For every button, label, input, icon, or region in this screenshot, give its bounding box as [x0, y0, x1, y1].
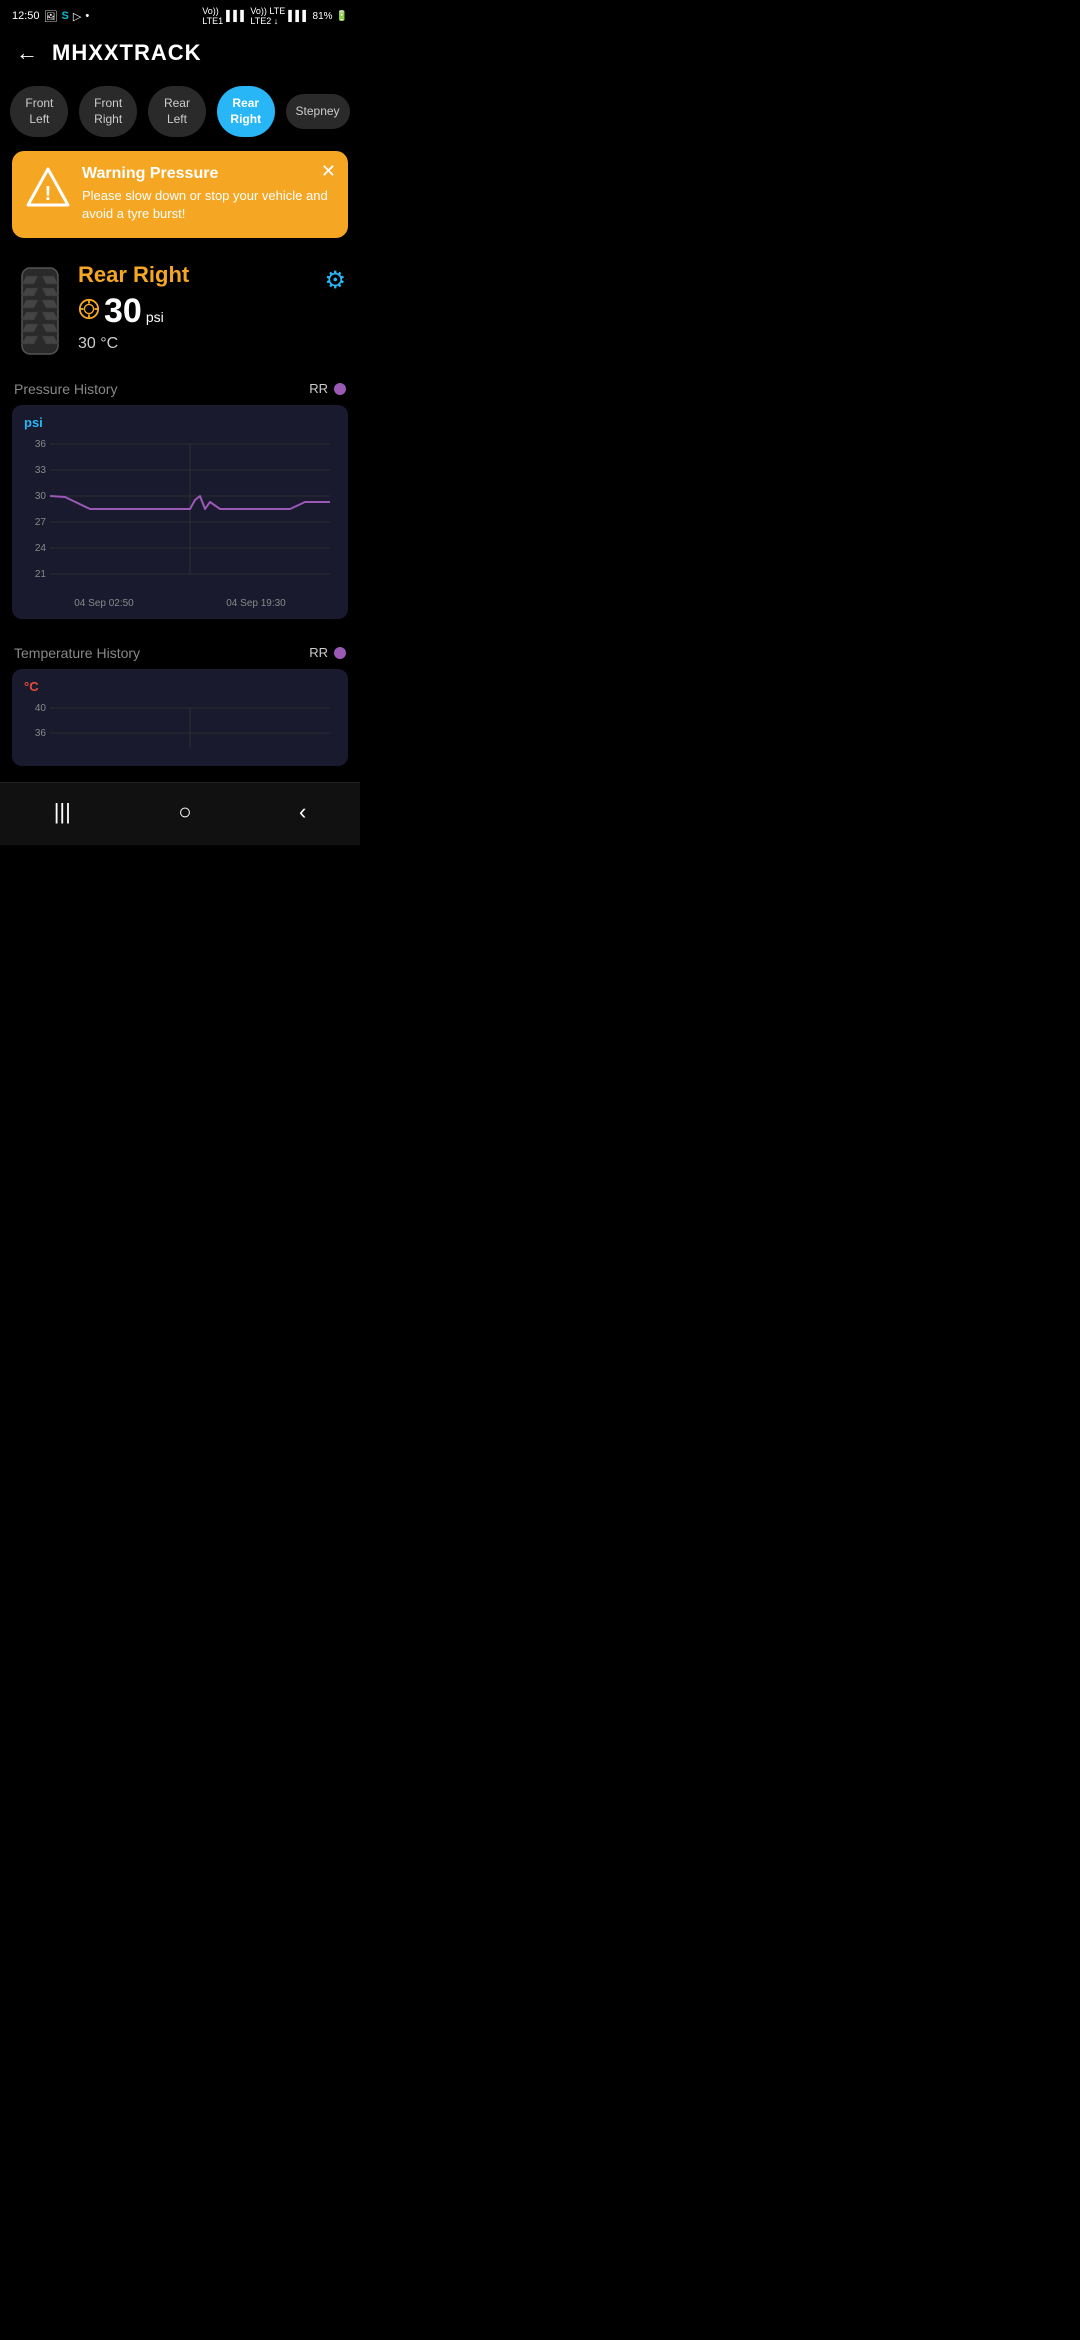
tyre-info-block: Rear Right 30 psi 30 °C — [78, 262, 346, 353]
temperature-chart-svg: 40 36 — [20, 698, 340, 758]
nav-back-icon[interactable]: ‹ — [299, 799, 306, 825]
signal1-icon: ▌▌▌ — [226, 11, 247, 22]
tyre-temperature: 30 °C — [78, 335, 346, 353]
warning-body: Please slow down or stop your vehicle an… — [82, 187, 334, 223]
pressure-chart-svg: 36 33 30 27 24 21 — [20, 434, 340, 594]
back-button[interactable]: ← — [16, 40, 38, 66]
status-right: Vo))LTE1 ▌▌▌ Vo)) LTELTE2 ↓ ▌▌▌ 81% 🔋 — [202, 6, 348, 26]
svg-text:40: 40 — [35, 703, 47, 714]
svg-text:36: 36 — [35, 439, 47, 450]
warning-text-block: Warning Pressure Please slow down or sto… — [82, 165, 334, 223]
pressure-history-title: Pressure History — [14, 381, 117, 397]
pressure-unit: psi — [146, 309, 164, 325]
pressure-history-header: Pressure History RR — [0, 371, 360, 405]
dot-icon: • — [85, 10, 89, 22]
svg-text:21: 21 — [35, 569, 47, 580]
nav-home-icon[interactable]: ○ — [178, 799, 191, 825]
pressure-row: 30 psi — [78, 292, 346, 331]
temperature-history-title: Temperature History — [14, 645, 140, 661]
svg-text:30: 30 — [35, 491, 47, 502]
battery-icon: 🔋 — [336, 11, 348, 22]
temperature-chart-container: °C 40 36 — [12, 669, 348, 766]
svg-text:24: 24 — [35, 543, 47, 554]
play-icon: ▷ — [73, 10, 81, 23]
temperature-legend-dot — [334, 647, 346, 659]
status-left: 12:50 🖼 S ▷ • — [12, 10, 89, 23]
temperature-chart-y-label: °C — [20, 679, 340, 694]
network-label: Vo))LTE1 — [202, 6, 223, 26]
tab-front-right[interactable]: FrontRight — [79, 86, 137, 137]
bottom-nav: ||| ○ ‹ — [0, 782, 360, 845]
status-bar: 12:50 🖼 S ▷ • Vo))LTE1 ▌▌▌ Vo)) LTELTE2 … — [0, 0, 360, 30]
pressure-legend: RR — [309, 381, 346, 396]
header: ← MHXXTRACK — [0, 30, 360, 78]
warning-triangle-icon: ! — [26, 165, 70, 215]
warning-title: Warning Pressure — [82, 165, 334, 183]
battery-label: 81% — [313, 11, 333, 22]
svg-text:33: 33 — [35, 465, 47, 476]
settings-gear-icon[interactable]: ⚙ — [324, 266, 346, 295]
time-display: 12:50 — [12, 10, 40, 22]
s-icon: S — [62, 10, 69, 22]
timestamp-1: 04 Sep 02:50 — [74, 598, 134, 609]
tab-rear-right[interactable]: RearRight — [217, 86, 275, 137]
timestamp-2: 04 Sep 19:30 — [226, 598, 286, 609]
pressure-chart-timestamps: 04 Sep 02:50 04 Sep 19:30 — [20, 594, 340, 611]
network2-label: Vo)) LTELTE2 ↓ — [250, 6, 285, 26]
signal2-icon: ▌▌▌ — [288, 11, 309, 22]
pressure-legend-dot — [334, 383, 346, 395]
tyre-card: Rear Right 30 psi 30 °C ⚙ — [0, 252, 360, 371]
nav-menu-icon[interactable]: ||| — [54, 799, 71, 825]
svg-text:!: ! — [45, 183, 52, 205]
warning-banner: ! Warning Pressure Please slow down or s… — [12, 151, 348, 237]
svg-text:27: 27 — [35, 517, 47, 528]
warning-close-button[interactable]: ✕ — [321, 161, 336, 182]
pressure-value: 30 — [104, 292, 142, 331]
svg-text:36: 36 — [35, 728, 47, 739]
tab-stepney[interactable]: Stepney — [286, 94, 350, 130]
pressure-chart-y-label: psi — [20, 415, 340, 430]
tab-rear-left[interactable]: RearLeft — [148, 86, 206, 137]
pressure-icon — [78, 298, 100, 325]
tab-front-left[interactable]: FrontLeft — [10, 86, 68, 137]
tab-row: FrontLeft FrontRight RearLeft RearRight … — [0, 78, 360, 151]
tyre-name-label: Rear Right — [78, 262, 346, 288]
temperature-history-header: Temperature History RR — [0, 635, 360, 669]
tyre-image — [14, 266, 66, 361]
photo-icon: 🖼 — [44, 10, 58, 23]
temperature-legend: RR — [309, 645, 346, 660]
pressure-chart-container: psi 36 33 30 27 24 21 04 Sep 02:50 04 Se… — [12, 405, 348, 619]
app-title: MHXXTRACK — [52, 40, 202, 66]
